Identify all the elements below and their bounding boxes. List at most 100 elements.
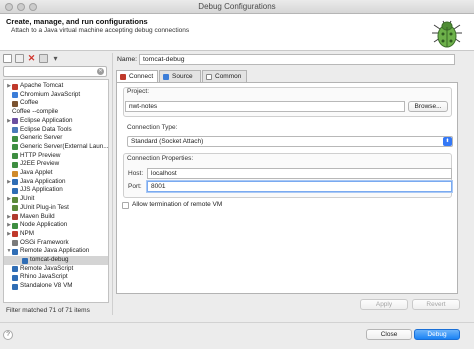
tree-item-label: Eclipse Data Tools — [20, 125, 72, 133]
allow-termination-checkbox[interactable] — [122, 202, 129, 209]
tree-item-label: Eclipse Application — [20, 116, 73, 124]
tree-item[interactable]: ▶ Eclipse Application — [4, 117, 108, 126]
tree-item-label: NPM — [20, 229, 34, 237]
filter-status: Filter matched 71 of 71 items — [6, 307, 90, 314]
chevron-updown-icon: ⬍ — [443, 137, 452, 146]
tree-item-selected[interactable]: tomcat-debug — [4, 256, 108, 265]
browse-button[interactable]: Browse... — [408, 101, 448, 112]
tree-item[interactable]: ▶ Java Application — [4, 178, 108, 187]
connection-type-label: Connection Type: — [127, 124, 178, 131]
tree-item-label: Standalone V8 VM — [20, 282, 73, 290]
source-icon — [163, 74, 169, 80]
tree-item-label: Rhino JavaScript — [20, 273, 68, 281]
header-subtitle: Attach to a Java virtual machine accepti… — [11, 27, 190, 34]
tree-item[interactable]: ▶ Node Application — [4, 221, 108, 230]
tree-item-label: JUnit — [20, 195, 35, 203]
close-button[interactable]: Close — [366, 329, 412, 340]
connection-type-select[interactable]: Standard (Socket Attach) ⬍ — [127, 136, 453, 147]
tree-item[interactable]: Remote JavaScript — [4, 265, 108, 274]
tree-item[interactable]: Java Applet — [4, 169, 108, 178]
tree-item-label: J2EE Preview — [20, 160, 60, 168]
tree-item-label: Remote Java Application — [20, 247, 90, 255]
tree-item-label: Node Application — [20, 221, 68, 229]
collapse-all-icon[interactable] — [39, 54, 48, 63]
apply-button[interactable]: Apply — [360, 299, 408, 310]
configuration-type-icon — [12, 153, 18, 160]
configuration-type-icon — [12, 274, 18, 281]
tree-item[interactable]: ▶ Maven Build — [4, 213, 108, 222]
tree-item-label: Generic Server(External Laun... — [20, 142, 109, 150]
window-title: Debug Configurations — [198, 2, 276, 11]
name-field[interactable]: tomcat-debug — [139, 54, 455, 65]
configuration-type-icon — [12, 231, 18, 238]
tree-item[interactable]: Coffee — [4, 99, 108, 108]
configuration-type-icon — [12, 205, 18, 212]
configuration-type-icon — [12, 222, 18, 229]
new-configuration-icon[interactable] — [3, 54, 12, 63]
configuration-type-icon — [12, 214, 18, 220]
tree-item[interactable]: Coffee --compile — [4, 108, 108, 117]
filter-input[interactable]: ✕ — [3, 66, 107, 77]
clear-filter-icon[interactable]: ✕ — [97, 68, 104, 75]
tree-item[interactable]: JJS Application — [4, 186, 108, 195]
tree-item-label: Remote JavaScript — [20, 264, 74, 272]
tree-item-label: HTTP Preview — [20, 151, 61, 159]
connection-type-value: Standard (Socket Attach) — [131, 138, 204, 145]
title-bar: Debug Configurations — [0, 0, 474, 14]
tree-item-label: tomcat-debug — [30, 256, 69, 263]
delete-icon[interactable]: ✕ — [27, 54, 36, 63]
configuration-type-icon — [12, 266, 18, 273]
connection-properties-label: Connection Properties: — [127, 155, 194, 162]
filter-icon[interactable]: ▾ — [51, 54, 60, 63]
tree-item-label: Java Applet — [20, 169, 53, 176]
allow-termination-label: Allow termination of remote VM — [132, 201, 223, 208]
configuration-type-icon — [12, 127, 18, 133]
duplicate-icon[interactable] — [15, 54, 24, 63]
tree-item[interactable]: Chromium JavaScript — [4, 91, 108, 100]
tree-item[interactable]: ▶ Apache Tomcat — [4, 82, 108, 91]
tree-item-label: Coffee --compile — [12, 108, 59, 116]
configuration-type-icon — [12, 248, 18, 255]
tree-item[interactable]: OSGi Framework — [4, 239, 108, 248]
bug-icon — [432, 20, 462, 48]
help-icon[interactable]: ? — [3, 330, 13, 340]
tree-item[interactable]: Standalone V8 VM — [4, 282, 108, 291]
tree-item[interactable]: ▼ Remote Java Application — [4, 247, 108, 256]
configuration-type-icon — [12, 161, 18, 168]
port-label: Port: — [128, 183, 142, 190]
tree-item[interactable]: ▶ NPM — [4, 230, 108, 239]
tree-item[interactable]: Rhino JavaScript — [4, 273, 108, 282]
tree-item[interactable]: ▶ JUnit — [4, 195, 108, 204]
tree-item-label: Coffee — [20, 99, 39, 107]
revert-button[interactable]: Revert — [412, 299, 460, 310]
configuration-type-icon — [12, 240, 18, 247]
tree-item-label: Apache Tomcat — [20, 82, 64, 89]
project-field[interactable]: nwt-notes — [125, 101, 405, 112]
tree-item[interactable]: HTTP Preview — [4, 152, 108, 161]
configuration-toolbar: ✕ ▾ — [3, 53, 109, 65]
host-field[interactable]: localhost — [147, 168, 452, 179]
port-field[interactable]: 8001 — [147, 181, 452, 192]
configuration-type-icon — [12, 83, 18, 90]
tree-item-label: JUnit Plug-in Test — [20, 203, 69, 211]
connect-icon — [120, 74, 126, 80]
configuration-type-icon — [12, 135, 18, 142]
name-label: Name: — [117, 56, 138, 63]
bottom-separator — [0, 322, 474, 323]
tab-common[interactable]: Common — [202, 70, 247, 82]
tree-item[interactable]: JUnit Plug-in Test — [4, 204, 108, 213]
header-banner: Create, manage, and run configurations A… — [0, 14, 474, 51]
tree-item[interactable]: Generic Server — [4, 134, 108, 143]
configuration-type-icon — [22, 257, 28, 264]
tree-item[interactable]: Eclipse Data Tools — [4, 126, 108, 135]
host-label: Host: — [128, 170, 144, 177]
configuration-type-icon — [12, 118, 18, 125]
tree-item[interactable]: Generic Server(External Laun... — [4, 143, 108, 152]
configuration-type-icon — [12, 196, 18, 203]
debug-button[interactable]: Debug — [414, 329, 460, 340]
common-icon — [206, 74, 212, 80]
tab-source[interactable]: Source — [159, 70, 201, 82]
tree-item[interactable]: J2EE Preview — [4, 160, 108, 169]
configuration-tree[interactable]: ▶ Apache Tomcat Chromium JavaScript Coffee C… — [3, 79, 109, 303]
panel-divider[interactable] — [112, 53, 113, 315]
